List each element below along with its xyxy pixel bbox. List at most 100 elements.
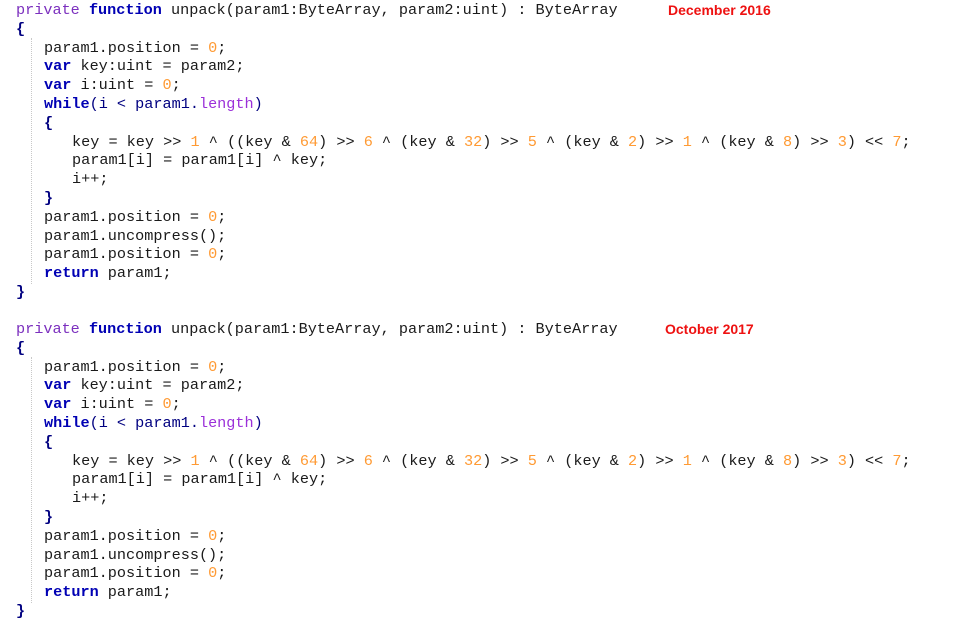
modifier-private: private (16, 320, 80, 338)
code-token: ; (171, 76, 181, 95)
code-line-increment: i++; (0, 170, 975, 189)
code-token: key = key >> (72, 132, 191, 151)
code-token: 32 (463, 451, 483, 470)
code-token: i:uint = (71, 395, 163, 414)
code-token: ^ (key & (536, 451, 629, 470)
code-token: 2 (628, 132, 638, 151)
code-token: var (44, 395, 72, 414)
code-token: var (44, 76, 72, 95)
code-token: (i < param1. (89, 94, 199, 113)
code-token: ; (217, 526, 227, 545)
code-token: ; (217, 38, 227, 57)
code-line-return: return param1; (0, 583, 975, 602)
open-brace: { (0, 339, 975, 358)
code-token: ) >> (482, 451, 528, 470)
code-token: var (44, 376, 72, 395)
code-token: i++; (72, 489, 109, 508)
code-token: while (44, 94, 90, 113)
code-token: i:uint = (71, 76, 163, 95)
code-token: param1.position = (44, 207, 209, 226)
code-token: param1.position = (44, 357, 209, 376)
code-token: var (44, 57, 72, 76)
code-token: (i < param1. (89, 413, 199, 432)
keyword-function: function (88, 1, 162, 19)
code-token: } (16, 601, 26, 620)
close-brace: } (0, 283, 975, 302)
code-token: 6 (363, 132, 373, 151)
code-line-uncompress: param1.uncompress(); (0, 227, 975, 246)
code-token: ; (901, 132, 911, 151)
code-line-position-reset: param1.position = 0; (0, 527, 975, 546)
code-token: ) >> (637, 132, 683, 151)
code-token: ) << (846, 451, 893, 470)
code-token: ^ (key & (536, 132, 629, 151)
code-line-while: while(i < param1.length) (0, 95, 975, 114)
code-token: 0 (208, 357, 218, 376)
close-brace: } (0, 602, 975, 621)
code-token: { (16, 338, 26, 357)
code-token: { (16, 19, 26, 38)
code-token: } (16, 282, 26, 301)
code-snippet-october-2017: October 2017 private function unpack(par… (0, 320, 975, 621)
code-token: return (44, 583, 99, 602)
code-token: 8 (783, 451, 793, 470)
code-token: 64 (299, 132, 319, 151)
loop-open-brace: { (0, 433, 975, 452)
function-signature: private function unpack(param1:ByteArray… (0, 1, 975, 20)
code-token: ) >> (482, 132, 528, 151)
code-token: return (44, 264, 99, 283)
code-token: i++; (72, 170, 109, 189)
code-token: ) (253, 413, 263, 432)
modifier-private: private (16, 1, 80, 19)
code-token: ^ ((key & (199, 132, 300, 151)
keyword-function: function (88, 320, 162, 338)
code-token: 0 (208, 207, 218, 226)
code-token: param1.uncompress(); (44, 226, 227, 245)
code-token: 1 (190, 132, 200, 151)
code-token: 64 (299, 451, 319, 470)
code-token: 0 (162, 76, 172, 95)
code-token: param1.position = (44, 564, 209, 583)
code-token: param1.position = (44, 526, 209, 545)
code-line-increment: i++; (0, 489, 975, 508)
function-signature: private function unpack(param1:ByteArray… (0, 320, 975, 339)
function-name-params: unpack(param1:ByteArray, param2:uint) : … (170, 320, 618, 338)
code-line-i-decl: var i:uint = 0; (0, 76, 975, 95)
code-line-key-decl: var key:uint = param2; (0, 376, 975, 395)
code-line-uncompress: param1.uncompress(); (0, 546, 975, 565)
code-token: 0 (208, 245, 218, 264)
code-line-key-expression: key = key >> 1 ^ ((key & 64) >> 6 ^ (key… (0, 452, 975, 471)
code-token: ^ (key & (691, 132, 783, 151)
code-token: ^ (key & (372, 132, 464, 151)
code-token: { (44, 113, 54, 132)
code-token: ) >> (637, 451, 683, 470)
code-line-while: while(i < param1.length) (0, 414, 975, 433)
code-token: ) >> (792, 132, 838, 151)
code-token: 6 (363, 451, 373, 470)
loop-open-brace: { (0, 114, 975, 133)
code-token: key:uint = param2; (71, 376, 245, 395)
function-name-params: unpack(param1:ByteArray, param2:uint) : … (170, 1, 618, 19)
code-token: } (44, 507, 54, 526)
code-token: 1 (682, 451, 692, 470)
code-token: param1[i] = param1[i] ^ key; (72, 151, 328, 170)
code-token: { (44, 432, 54, 451)
code-token: } (44, 188, 54, 207)
code-token: 8 (783, 132, 793, 151)
code-token: length (198, 413, 254, 432)
loop-close-brace: } (0, 508, 975, 527)
code-token: param1[i] = param1[i] ^ key; (72, 470, 328, 489)
code-token: 5 (527, 132, 537, 151)
code-token: while (44, 413, 90, 432)
code-token: 0 (208, 564, 218, 583)
code-token: length (198, 94, 254, 113)
code-line-position-reset: param1.position = 0; (0, 245, 975, 264)
loop-close-brace: } (0, 189, 975, 208)
code-line-key-expression: key = key >> 1 ^ ((key & 64 ) >> 6 ^ (key… (0, 133, 975, 152)
code-line-xor: param1[i] = param1[i] ^ key; (0, 470, 975, 489)
code-token: ; (217, 245, 227, 264)
code-token: ; (217, 564, 227, 583)
open-brace: { (0, 20, 975, 39)
code-token: key:uint = param2; (71, 57, 245, 76)
code-token: ; (217, 357, 227, 376)
